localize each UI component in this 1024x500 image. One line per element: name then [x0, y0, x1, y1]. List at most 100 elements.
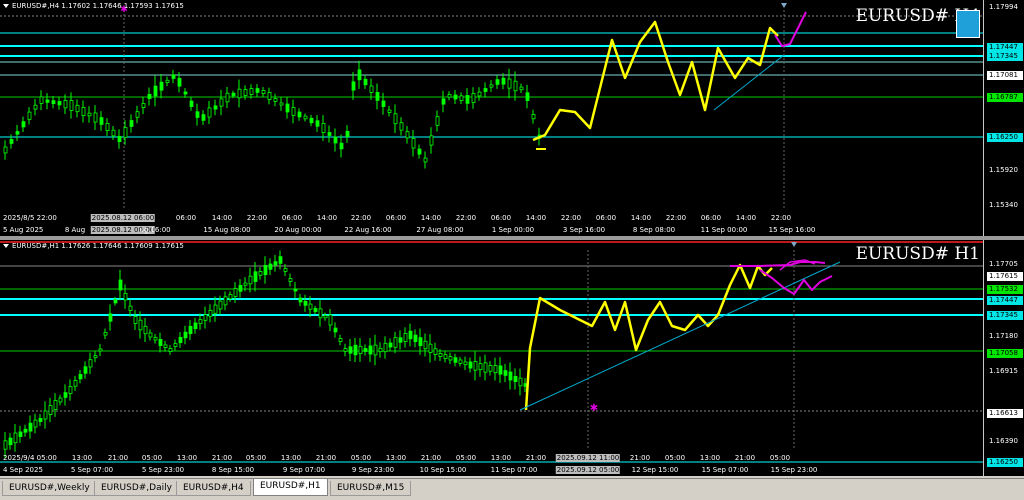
candle-body	[141, 103, 146, 108]
candle-body	[339, 142, 344, 150]
candle-body	[435, 116, 440, 126]
candle-body	[163, 344, 168, 349]
price-label: 1.16250	[987, 458, 1023, 467]
chart-h4-canvas[interactable]: ✱	[0, 0, 984, 236]
candle-body	[441, 98, 446, 105]
candle-body	[168, 348, 173, 352]
time-label: 13:00	[71, 454, 93, 462]
candle-body	[99, 117, 104, 125]
candle-body	[218, 300, 223, 310]
candle-body	[283, 268, 288, 272]
chart-h1-header-text: EURUSD#,H1 1.17626 1.17646 1.17609 1.176…	[12, 242, 184, 250]
candle-body	[291, 107, 296, 116]
candle-body	[398, 337, 403, 343]
chart-menu-icon[interactable]	[3, 4, 9, 8]
price-label: 1.16915	[989, 367, 1018, 375]
chart-h1-time-axis[interactable]: 2025/9/4 05:00 13:00 21:00 05:00 13:00 21:00 0…	[0, 446, 984, 476]
time-label: 21:00	[107, 454, 129, 462]
candle-body	[219, 98, 224, 107]
tab-eurusd-m15[interactable]: EURUSD#,M15	[330, 481, 412, 496]
candle-body	[143, 325, 148, 335]
candle-body	[183, 91, 188, 95]
candle-body	[138, 319, 143, 331]
time-label: 21:00	[629, 454, 651, 462]
time-label: 9 Sep 07:00	[282, 466, 326, 474]
price-label: 1.17532	[987, 285, 1023, 294]
candle-body	[118, 279, 123, 291]
candle-body	[465, 95, 470, 104]
time-label: 13:00	[490, 454, 512, 462]
candle-body	[468, 361, 473, 369]
candle-body	[303, 115, 308, 120]
candle-body	[411, 137, 416, 149]
price-label: 1.17994	[989, 3, 1018, 11]
forecast-line	[774, 11, 807, 47]
candle-body	[69, 100, 74, 111]
time-label: 8 Sep 15:00	[211, 466, 255, 474]
time-label: 10 Sep 15:00	[419, 466, 467, 474]
candle-body	[248, 275, 253, 285]
price-label: 1.17058	[987, 349, 1023, 358]
candle-body	[513, 376, 518, 382]
time-label: 15 Sep 16:00	[768, 226, 816, 234]
indicator-widget-icon[interactable]	[956, 10, 980, 38]
zigzag-line	[532, 20, 779, 142]
candle-body	[393, 337, 398, 348]
time-label: 27 Aug 08:00	[416, 226, 464, 234]
chart-h4-price-axis[interactable]: 1.17994 1.17447 1.17345 1.17081 1.16787 1.162…	[983, 0, 1024, 236]
chart-tabs-bar: EURUSD#,Weekly EURUSD#,Daily EURUSD#,H4 EUR…	[0, 478, 1024, 500]
chart-h1[interactable]: ✱ EURUSD#,H1 1.17626 1.17646 1.17609 1.1…	[0, 240, 1024, 476]
candle-body	[171, 74, 176, 79]
candle-body	[373, 344, 378, 356]
time-label: 14:00	[420, 214, 442, 222]
candle-body	[189, 100, 194, 107]
tab-eurusd-h1[interactable]: EURUSD#,H1	[253, 479, 328, 496]
chart-h1-price-axis[interactable]: 1.17705 1.17615 1.17532 1.17447 1.17345 1.171…	[983, 240, 1024, 476]
candle-body	[303, 300, 308, 306]
time-label: 14:00	[211, 214, 233, 222]
candle-body	[23, 428, 28, 433]
candle-body	[393, 113, 398, 125]
tab-eurusd-h4[interactable]: EURUSD#,H4	[176, 481, 251, 496]
chart-h1-canvas[interactable]: ✱	[0, 240, 984, 476]
candle-body	[208, 309, 213, 317]
candle-body	[51, 100, 56, 105]
candle-body	[63, 392, 68, 398]
time-label: 8 Sep 08:00	[632, 226, 676, 234]
candle-body	[203, 314, 208, 321]
candle-body	[148, 332, 153, 338]
candle-body	[111, 129, 116, 137]
time-label: 22:00	[665, 214, 687, 222]
price-label: 1.17345	[987, 52, 1023, 61]
candle-body	[57, 101, 62, 106]
candle-body	[345, 130, 350, 138]
candle-body	[88, 359, 93, 368]
cross-marker: ✱	[590, 403, 598, 414]
time-label: 05:00	[455, 454, 477, 462]
chart-menu-icon[interactable]	[3, 244, 9, 248]
chart-h4-time-axis[interactable]: 2025/8/5 22:00 2025.08.12 06:00 06:00 14:00…	[0, 206, 984, 236]
tab-eurusd-weekly[interactable]: EURUSD#,Weekly	[2, 481, 97, 496]
time-label: 20 Aug 00:00	[274, 226, 322, 234]
candle-body	[33, 419, 38, 428]
time-label: 13:00	[385, 454, 407, 462]
candle-body	[193, 322, 198, 330]
candle-body	[223, 296, 228, 306]
candle-body	[178, 336, 183, 344]
candle-body	[198, 319, 203, 325]
time-label: 06:00	[490, 214, 512, 222]
tab-eurusd-daily[interactable]: EURUSD#,Daily	[94, 481, 179, 496]
trend-line	[519, 261, 841, 411]
time-label: 21:00	[420, 454, 442, 462]
candle-body	[177, 77, 182, 87]
chart-h4[interactable]: ✱ EURUSD#,H4 1.17602 1.17646 1.17593 1.1…	[0, 0, 1024, 236]
candle-body	[273, 98, 278, 102]
candle-body	[313, 308, 318, 312]
candle-body	[488, 365, 493, 372]
chart-h4-header: EURUSD#,H4 1.17602 1.17646 1.17593 1.176…	[3, 2, 184, 10]
candle-body	[153, 85, 158, 97]
time-label: 4 Sep 2025	[3, 466, 43, 474]
candle-body	[117, 135, 122, 143]
candle-body	[443, 354, 448, 360]
candle-body	[498, 365, 503, 375]
